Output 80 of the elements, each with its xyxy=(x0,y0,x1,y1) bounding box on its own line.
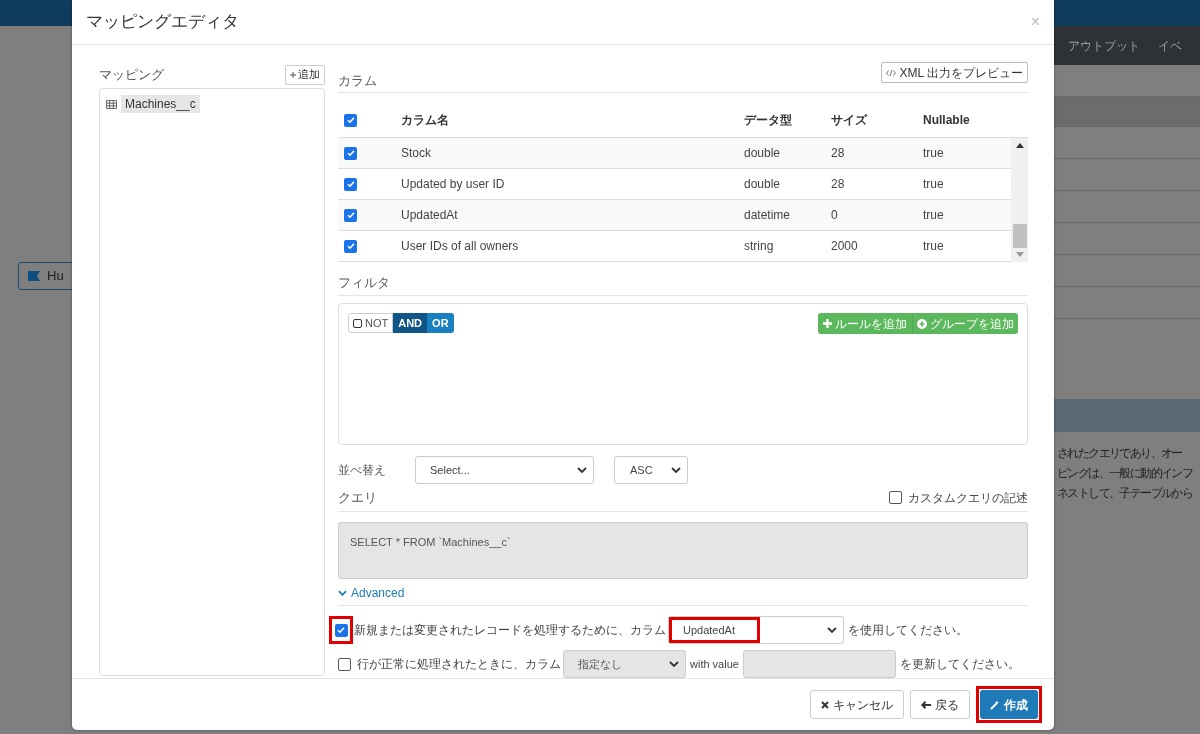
preview-button[interactable]: XML 出力をプレビュー xyxy=(881,62,1028,83)
table-cell-text: true xyxy=(923,145,944,163)
query-box[interactable]: SELECT * FROM `Machines__c` xyxy=(338,522,1028,580)
table-cell-text: datetime xyxy=(744,207,792,225)
section-label: フィルタ xyxy=(338,273,390,292)
plus-icon xyxy=(823,319,832,329)
option-text: 新規または変更されたレコードを処理するために、カラム xyxy=(354,622,666,639)
caret-icon xyxy=(669,661,679,667)
option-text: 行が正常に処理されたときに、カラム xyxy=(357,656,561,673)
logo-icon xyxy=(27,270,41,282)
scrollbar[interactable] xyxy=(1011,138,1028,263)
column-header: データ型 xyxy=(744,112,793,130)
plus-circle-icon xyxy=(917,318,927,329)
column-select[interactable]: 指定なし xyxy=(563,650,686,678)
table-cell-text: 28 xyxy=(831,176,846,194)
node-label: Hu xyxy=(47,267,64,286)
caret-icon xyxy=(827,627,837,633)
option-text: を使用してください。 xyxy=(848,622,968,639)
table-cell-text: UpdatedAt xyxy=(401,207,459,225)
section-label: マッピング xyxy=(99,65,164,84)
table-cell-text: double xyxy=(744,145,782,163)
caret-icon xyxy=(671,466,681,473)
cancel-button[interactable]: キャンセル xyxy=(810,690,904,719)
description-text: ピングは、一般に動的インフ xyxy=(1057,465,1194,482)
table-cell-text: Stock xyxy=(401,145,432,163)
condition-toggle[interactable]: AND xyxy=(393,313,428,334)
column-header: Nullable xyxy=(923,112,970,130)
back-button[interactable]: 戻る xyxy=(910,690,970,719)
row-checkbox[interactable] xyxy=(344,146,357,160)
table-cell-text: 28 xyxy=(831,145,846,163)
table-cell-text: true xyxy=(923,176,944,194)
option-text: を更新してください。 xyxy=(899,656,1020,673)
nav-tab[interactable]: イベ xyxy=(1158,36,1182,55)
scroll-up-icon[interactable] xyxy=(1015,143,1024,149)
condition-toggle[interactable]: OR xyxy=(427,313,454,334)
description-text: されたクエリであり、オー xyxy=(1057,445,1183,462)
table-cell-text: string xyxy=(744,238,775,256)
table-cell-text: User IDs of all owners xyxy=(401,238,520,256)
code-icon xyxy=(886,68,897,77)
row-checkbox[interactable] xyxy=(344,208,357,222)
advanced-toggle[interactable]: Advanced xyxy=(338,584,405,602)
create-button[interactable]: 作成 xyxy=(980,690,1038,719)
checkbox-label: カスタムクエリの記述 xyxy=(908,489,1028,507)
scroll-down-icon[interactable] xyxy=(1015,252,1024,258)
not-toggle[interactable]: NOT xyxy=(348,313,394,334)
column-select[interactable]: UpdatedAt xyxy=(668,616,844,644)
section-label: クエリ xyxy=(338,489,377,508)
wand-icon xyxy=(990,699,1000,710)
sort-field-select[interactable]: Select... xyxy=(415,455,594,484)
table-cell-text: true xyxy=(923,238,944,256)
table-cell-text: true xyxy=(923,207,944,225)
table-cell-text: Updated by user ID xyxy=(401,176,506,194)
arrow-left-icon xyxy=(921,700,931,709)
chevron-icon xyxy=(338,590,347,596)
custom-query-checkbox[interactable] xyxy=(889,491,902,505)
value-field[interactable] xyxy=(742,650,896,678)
table-cell-text: double xyxy=(744,176,782,194)
column-header: サイズ xyxy=(831,112,869,130)
section-label: カラム xyxy=(338,71,377,90)
option-checkbox[interactable] xyxy=(338,657,351,671)
row-checkbox[interactable] xyxy=(344,177,357,191)
caret-icon xyxy=(577,466,587,473)
table-icon xyxy=(106,99,117,109)
with-value-label: with value xyxy=(690,656,739,672)
sort-label: 並べ替え xyxy=(338,461,387,479)
table-cell-text: 0 xyxy=(831,207,839,225)
modal-title: マッピングエディタ xyxy=(86,11,239,34)
scroll-thumb[interactable] xyxy=(1012,224,1027,249)
sort-order-select[interactable]: ASC xyxy=(614,455,688,484)
select-all-checkbox[interactable] xyxy=(344,113,357,127)
close-icon xyxy=(821,700,829,709)
add-button[interactable]: 追加 xyxy=(285,64,325,85)
tree-item[interactable]: Machines__c xyxy=(121,95,200,113)
nav-tab[interactable]: アウトプット xyxy=(1068,36,1140,55)
row-checkbox[interactable] xyxy=(344,239,357,253)
table-cell-text: 2000 xyxy=(831,238,859,256)
plus-icon xyxy=(290,71,296,78)
column-header: カラム名 xyxy=(401,112,450,130)
description-text: ネストして、子テーブルから xyxy=(1057,485,1194,502)
option-checkbox[interactable] xyxy=(334,623,348,637)
